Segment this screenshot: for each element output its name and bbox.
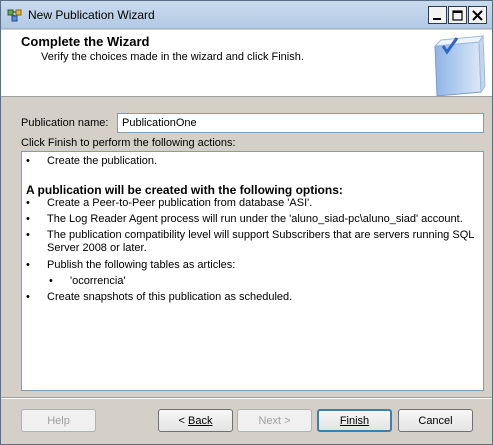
- title-bar[interactable]: New Publication Wizard: [1, 1, 492, 29]
- finish-button-label: Finish: [339, 414, 370, 427]
- bullet: •: [26, 197, 30, 209]
- next-button-label: Next >: [258, 414, 291, 427]
- list-item-text: The Log Reader Agent process will run un…: [47, 213, 463, 225]
- bullet: •: [26, 155, 30, 167]
- publication-name-label: Publication name:: [21, 117, 109, 129]
- close-icon: [472, 9, 483, 21]
- bullet: •: [26, 213, 30, 225]
- back-button[interactable]: < Back: [158, 409, 233, 432]
- bullet: •: [26, 291, 30, 303]
- back-button-label: Back: [188, 414, 213, 427]
- page-subtitle: Verify the choices made in the wizard an…: [41, 51, 304, 63]
- actions-summary-box[interactable]: • Create the publication. A publication …: [21, 151, 484, 391]
- page-title: Complete the Wizard: [21, 34, 150, 49]
- publication-name-field[interactable]: [117, 113, 484, 133]
- wizard-header: Complete the Wizard Verify the choices m…: [1, 30, 492, 97]
- list-item-text: Create a Peer-to-Peer publication from d…: [47, 197, 313, 209]
- bullet: •: [26, 259, 30, 271]
- back-button-prefix: <: [178, 414, 188, 427]
- footer-divider: [1, 397, 492, 399]
- cancel-button-label: Cancel: [418, 414, 453, 427]
- actions-label: Click Finish to perform the following ac…: [21, 137, 236, 149]
- wizard-window: New Publication Wizard Complete the Wiza…: [0, 0, 493, 445]
- wizard-app-icon: [7, 9, 22, 22]
- list-item-text: Create snapshots of this publication as …: [47, 291, 293, 303]
- help-button-label: Help: [47, 414, 70, 427]
- help-button[interactable]: Help: [21, 409, 96, 432]
- finish-button[interactable]: Finish: [317, 409, 392, 432]
- bullet: •: [49, 275, 53, 287]
- close-button[interactable]: [468, 6, 487, 24]
- maximize-icon: [452, 9, 463, 21]
- book-checkmark-icon: [433, 34, 486, 96]
- bullet: •: [26, 229, 30, 241]
- options-heading: A publication will be created with the f…: [26, 183, 343, 197]
- minimize-icon: [433, 17, 441, 20]
- maximize-button[interactable]: [448, 6, 467, 24]
- list-item-text: The publication compatibility level will…: [47, 229, 474, 254]
- next-button[interactable]: Next >: [237, 409, 312, 432]
- minimize-button[interactable]: [428, 6, 447, 24]
- article-text: 'ocorrencia': [70, 275, 126, 287]
- list-item-text: Create the publication.: [47, 155, 158, 167]
- cancel-button[interactable]: Cancel: [398, 409, 473, 432]
- window-title: New Publication Wizard: [28, 8, 155, 22]
- list-item-text: Publish the following tables as articles…: [47, 259, 236, 271]
